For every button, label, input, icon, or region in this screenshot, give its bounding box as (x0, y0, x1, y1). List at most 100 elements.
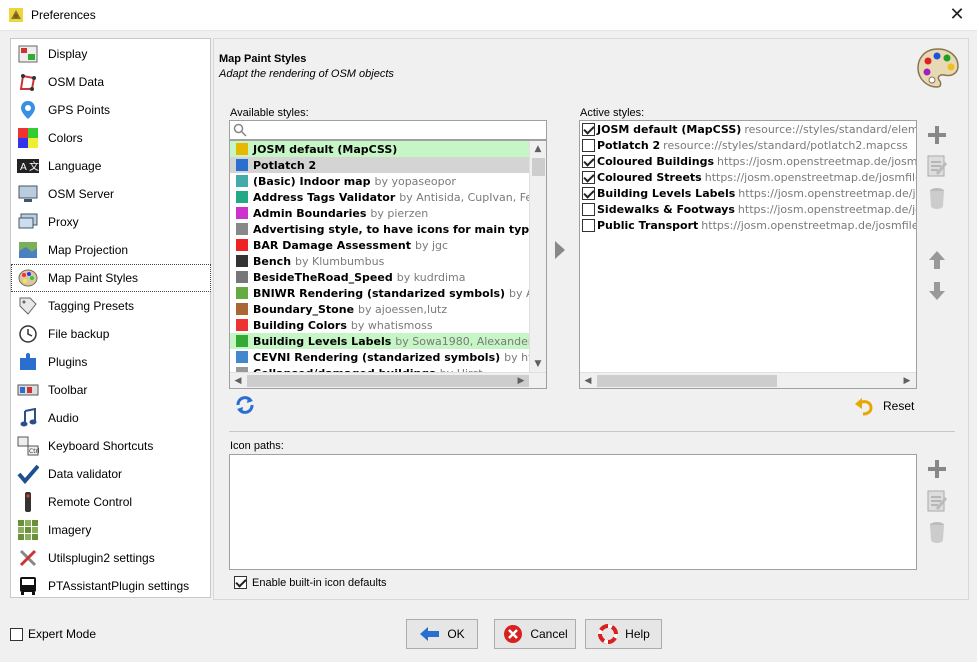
checkbox-checked[interactable] (582, 170, 595, 184)
sidebar-item-display[interactable]: Display (12, 40, 210, 68)
edit-style-button[interactable] (926, 155, 948, 177)
available-style-row[interactable]: Advertising style, to have icons for mai… (230, 221, 546, 237)
checkbox-checked[interactable] (582, 186, 595, 200)
help-button[interactable]: Help (585, 619, 662, 649)
scroll-thumb[interactable] (597, 375, 777, 387)
sidebar-item-data-validator[interactable]: Data validator (12, 460, 210, 488)
checkbox-unchecked[interactable] (10, 627, 23, 641)
cancel-button[interactable]: Cancel (494, 619, 576, 649)
scroll-down-arrow[interactable]: ▼ (530, 356, 546, 372)
sidebar-item-audio[interactable]: Audio (12, 404, 210, 432)
move-up-button[interactable] (926, 249, 948, 271)
sidebar-item-keyboard-shortcuts[interactable]: Ctrl Keyboard Shortcuts (12, 432, 210, 460)
refresh-button[interactable] (234, 394, 256, 416)
available-style-row[interactable]: Building Levels Labels by Sowa1980, Alexa… (230, 333, 542, 349)
scroll-up-arrow[interactable]: ▲ (530, 141, 546, 157)
available-horizontal-scrollbar[interactable]: ◀ ▶ (230, 372, 546, 388)
checkbox-unchecked[interactable] (582, 138, 595, 152)
add-icon-path-button[interactable] (926, 458, 948, 480)
sidebar-item-map-paint-styles[interactable]: Map Paint Styles (11, 264, 211, 292)
enable-builtin-icons-checkbox[interactable]: Enable built-in icon defaults (232, 576, 387, 589)
style-author: by jgc (414, 238, 449, 252)
active-style-row[interactable]: JOSM default (MapCSS) resource://styles/s… (580, 121, 916, 137)
scroll-thumb[interactable] (247, 375, 529, 387)
active-style-row[interactable]: Potlatch 2 resource://styles/standard/pot… (580, 137, 916, 153)
style-author: by Klumbumbus (295, 254, 385, 268)
sidebar-item-tagging-presets[interactable]: Tagging Presets (12, 292, 210, 320)
checkbox-unchecked[interactable] (582, 218, 595, 232)
sidebar-item-imagery[interactable]: Imagery (12, 516, 210, 544)
edit-icon-path-button[interactable] (926, 490, 948, 512)
sidebar-item-language[interactable]: A文 Language (12, 152, 210, 180)
scroll-left-arrow[interactable]: ◀ (580, 373, 596, 388)
sidebar-item-colors[interactable]: Colors (12, 124, 210, 152)
imagery-icon (17, 519, 39, 541)
active-style-row[interactable]: Building Levels Labels https://josm.opens… (580, 185, 916, 201)
available-style-row[interactable]: Potlatch 2 (230, 157, 529, 173)
checkbox-unchecked[interactable] (582, 202, 595, 216)
available-style-row[interactable]: (Basic) Indoor map by yopaseopor (230, 173, 529, 189)
bus-icon (17, 575, 39, 597)
sidebar-item-osm-data[interactable]: OSM Data (12, 68, 210, 96)
sidebar-item-ptassistant[interactable]: PTAssistantPlugin settings (12, 572, 210, 600)
active-style-row[interactable]: Public Transport https://josm.openstreetm… (580, 217, 916, 233)
scroll-left-arrow[interactable]: ◀ (230, 373, 246, 388)
delete-style-button[interactable] (926, 187, 948, 209)
available-style-row[interactable]: Boundary_Stone by ajoessen,lutz (230, 301, 529, 317)
activate-style-button[interactable] (553, 238, 567, 262)
delete-icon-path-button[interactable] (926, 521, 948, 543)
undo-icon (855, 398, 873, 416)
expert-mode-checkbox[interactable]: Expert Mode (10, 627, 96, 641)
active-style-row[interactable]: Sidewalks & Footways https://josm.openstr… (580, 201, 916, 217)
sidebar-item-map-projection[interactable]: Map Projection (12, 236, 210, 264)
sidebar-item-plugins[interactable]: Plugins (12, 348, 210, 376)
style-search-input[interactable] (229, 120, 547, 140)
active-styles-list[interactable]: JOSM default (MapCSS) resource://styles/s… (579, 120, 917, 389)
checkbox-checked[interactable] (582, 122, 595, 136)
available-style-row[interactable]: Admin Boundaries by pierzen (230, 205, 529, 221)
sidebar-item-file-backup[interactable]: File backup (12, 320, 210, 348)
sidebar-item-toolbar[interactable]: Toolbar (12, 376, 210, 404)
active-style-row[interactable]: Coloured Streets https://josm.openstreetm… (580, 169, 916, 185)
colors-icon (17, 127, 39, 149)
checkbox-checked[interactable] (582, 154, 595, 168)
available-style-row[interactable]: BNIWR Rendering (standarized symbols) by … (230, 285, 546, 301)
add-style-button[interactable] (926, 124, 948, 146)
style-url: https://josm.openstreetmap.de/josmfile?p… (717, 154, 917, 168)
style-name: Potlatch 2 (597, 138, 661, 152)
style-name: Advertising style, to have icons for mai… (253, 222, 547, 236)
cancel-icon (502, 623, 524, 645)
available-vertical-scrollbar[interactable]: ▲ ▼ (529, 141, 546, 372)
ok-button[interactable]: OK (406, 619, 478, 649)
style-url: resource://styles/standard/potlatch2.map… (663, 138, 908, 152)
plus-icon (928, 460, 946, 478)
style-url: resource://styles/standard/elemstyles (744, 122, 916, 136)
sidebar-item-utilsplugin2[interactable]: Utilsplugin2 settings (12, 544, 210, 572)
sidebar-item-osm-server[interactable]: OSM Server (12, 180, 210, 208)
sidebar-item-remote-control[interactable]: Remote Control (12, 488, 210, 516)
scroll-right-arrow[interactable]: ▶ (513, 373, 529, 388)
close-icon[interactable]: ✕ (947, 5, 967, 25)
available-styles-list[interactable]: JOSM default (MapCSS) Potlatch 2 (Basic) I… (229, 140, 547, 389)
active-horizontal-scrollbar[interactable]: ◀ ▶ (580, 372, 916, 388)
sidebar-item-proxy[interactable]: Proxy (12, 208, 210, 236)
available-style-row[interactable]: CEVNI Rendering (standarized symbols) by … (230, 349, 546, 365)
icon-paths-list[interactable] (229, 454, 917, 570)
available-style-row[interactable]: Bench by Klumbumbus (230, 253, 529, 269)
checkbox-checked[interactable] (234, 576, 247, 589)
scroll-right-arrow[interactable]: ▶ (899, 373, 915, 388)
move-down-button[interactable] (926, 280, 948, 302)
active-style-row[interactable]: Coloured Buildings https://josm.openstree… (580, 153, 916, 169)
style-name: Admin Boundaries (253, 206, 367, 220)
sidebar-item-gps-points[interactable]: GPS Points (12, 96, 210, 124)
style-name: JOSM default (MapCSS) (597, 122, 742, 136)
arrow-up-icon (929, 251, 945, 269)
scroll-thumb[interactable] (532, 158, 545, 176)
available-style-row[interactable]: JOSM default (MapCSS) (230, 141, 529, 157)
available-style-row[interactable]: BAR Damage Assessment by jgc (230, 237, 529, 253)
available-style-row[interactable]: Building Colors by whatismoss (230, 317, 529, 333)
available-style-row[interactable]: Address Tags Validator by Antisida, CupIv… (230, 189, 546, 205)
available-style-row[interactable]: BesideTheRoad_Speed by kudrdima (230, 269, 529, 285)
reset-button[interactable]: Reset (853, 395, 923, 417)
arrow-down-icon (929, 282, 945, 300)
